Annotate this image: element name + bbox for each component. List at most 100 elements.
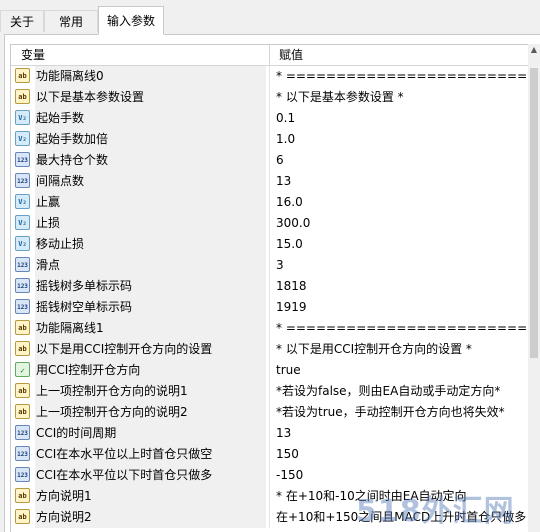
parameter-value[interactable]: 16.0 xyxy=(276,192,528,213)
parameter-row[interactable]: 123 CCI的时间周期 13 xyxy=(11,423,528,444)
tab-strip: 关于 常用 输入参数 xyxy=(0,0,540,35)
parameter-name: CCI的时间周期 xyxy=(35,423,266,444)
scroll-up-arrow-icon[interactable]: ▲ xyxy=(528,44,540,56)
parameter-row[interactable]: 123 最大持仓个数 6 xyxy=(11,150,528,171)
parameter-name: 以下是用CCI控制开仓方向的设置 xyxy=(35,339,266,360)
parameter-value[interactable]: * 以下是用CCI控制开仓方向的设置 * xyxy=(276,339,528,360)
string-type-icon: ab xyxy=(15,89,30,104)
tab-about[interactable]: 关于 xyxy=(0,10,44,32)
cell-divider xyxy=(269,213,270,234)
parameter-name: 起始手数加倍 xyxy=(35,129,266,150)
parameter-name: CCI在本水平位以下时首仓只做多 xyxy=(35,465,266,486)
parameter-value[interactable]: 1.0 xyxy=(276,129,528,150)
parameter-value[interactable]: 0.1 xyxy=(276,108,528,129)
cell-divider xyxy=(269,318,270,339)
parameter-row[interactable]: 123 摇钱树空单标示码 1919 xyxy=(11,297,528,318)
parameter-row[interactable]: 123 CCI在本水平位以下时首仓只做多 -150 xyxy=(11,465,528,486)
parameter-value[interactable]: 13 xyxy=(276,171,528,192)
integer-type-icon: 123 xyxy=(15,278,30,293)
parameter-value[interactable]: true xyxy=(276,360,528,381)
scrollbar-thumb[interactable] xyxy=(530,68,538,358)
double-type-icon: V₂ xyxy=(15,131,30,146)
cell-divider xyxy=(269,108,270,129)
parameter-row[interactable]: ab 以下是用CCI控制开仓方向的设置 * 以下是用CCI控制开仓方向的设置 * xyxy=(11,339,528,360)
parameter-name: 以下是基本参数设置 xyxy=(35,87,266,108)
parameter-name: CCI在本水平位以上时首仓只做空 xyxy=(35,444,266,465)
integer-type-icon: 123 xyxy=(15,152,30,167)
parameter-name: 用CCI控制开仓方向 xyxy=(35,360,266,381)
parameter-value[interactable]: 150 xyxy=(276,444,528,465)
parameter-value[interactable]: 6 xyxy=(276,150,528,171)
parameter-value[interactable]: * 以下是基本参数设置 * xyxy=(276,87,528,108)
string-type-icon: ab xyxy=(15,404,30,419)
parameter-row[interactable]: ab 功能隔离线1 * =========================... xyxy=(11,318,528,339)
parameter-name: 移动止损 xyxy=(35,234,266,255)
column-header-value[interactable]: 赋值 xyxy=(269,45,528,65)
parameter-value[interactable]: *若设为false，则由EA自动或手动定方向* xyxy=(276,381,528,402)
parameter-row[interactable]: ab 上一项控制开仓方向的说明1 *若设为false，则由EA自动或手动定方向* xyxy=(11,381,528,402)
parameter-row[interactable]: ab 上一项控制开仓方向的说明2 *若设为true，手动控制开仓方向也将失效* xyxy=(11,402,528,423)
string-type-icon: ab xyxy=(15,383,30,398)
parameter-row[interactable]: V₂ 移动止损 15.0 xyxy=(11,234,528,255)
integer-type-icon: 123 xyxy=(15,467,30,482)
cell-divider xyxy=(269,171,270,192)
cell-divider xyxy=(269,465,270,486)
cell-divider xyxy=(269,66,270,87)
parameter-value[interactable]: 15.0 xyxy=(276,234,528,255)
parameter-value[interactable]: 13 xyxy=(276,423,528,444)
parameter-value[interactable]: 3 xyxy=(276,255,528,276)
string-type-icon: ab xyxy=(15,320,30,335)
parameter-name: 滑点 xyxy=(35,255,266,276)
string-type-icon: ab xyxy=(15,341,30,356)
cell-divider xyxy=(269,444,270,465)
parameter-value[interactable]: 1919 xyxy=(276,297,528,318)
parameter-value[interactable]: 300.0 xyxy=(276,213,528,234)
parameter-row[interactable]: V₂ 止赢 16.0 xyxy=(11,192,528,213)
tab-inputs[interactable]: 输入参数 xyxy=(98,6,164,35)
double-type-icon: V₂ xyxy=(15,215,30,230)
cell-divider xyxy=(269,129,270,150)
grid-header: 变量 赋值 xyxy=(11,45,528,66)
parameter-name: 止损 xyxy=(35,213,266,234)
parameter-name: 间隔点数 xyxy=(35,171,266,192)
parameter-row[interactable]: ✓ 用CCI控制开仓方向 true xyxy=(11,360,528,381)
parameter-row[interactable]: 123 摇钱树多单标示码 1818 xyxy=(11,276,528,297)
parameter-name: 摇钱树多单标示码 xyxy=(35,276,266,297)
double-type-icon: V₂ xyxy=(15,110,30,125)
parameter-row[interactable]: V₂ 起始手数加倍 1.0 xyxy=(11,129,528,150)
cell-divider xyxy=(269,150,270,171)
parameter-row[interactable]: ab 以下是基本参数设置 * 以下是基本参数设置 * xyxy=(11,87,528,108)
cell-divider xyxy=(269,297,270,318)
string-type-icon: ab xyxy=(15,509,30,524)
cell-divider xyxy=(269,192,270,213)
integer-type-icon: 123 xyxy=(15,446,30,461)
parameter-name: 上一项控制开仓方向的说明1 xyxy=(35,381,266,402)
vertical-scrollbar[interactable]: ▲ xyxy=(528,44,540,532)
parameter-value[interactable]: 1818 xyxy=(276,276,528,297)
integer-type-icon: 123 xyxy=(15,173,30,188)
parameter-name: 功能隔离线1 xyxy=(35,318,266,339)
integer-type-icon: 123 xyxy=(15,257,30,272)
parameters-grid: 变量 赋值 ab 功能隔离线0 * ========================… xyxy=(10,44,528,532)
parameter-row[interactable]: V₂ 起始手数 0.1 xyxy=(11,108,528,129)
cell-divider xyxy=(269,87,270,108)
parameter-row[interactable]: V₂ 止损 300.0 xyxy=(11,213,528,234)
parameter-row[interactable]: 123 滑点 3 xyxy=(11,255,528,276)
parameter-row[interactable]: 123 CCI在本水平位以上时首仓只做空 150 xyxy=(11,444,528,465)
double-type-icon: V₂ xyxy=(15,194,30,209)
cell-divider xyxy=(269,381,270,402)
cell-divider xyxy=(269,423,270,444)
parameter-value[interactable]: *若设为true，手动控制开仓方向也将失效* xyxy=(276,402,528,423)
parameter-row[interactable]: 123 间隔点数 13 xyxy=(11,171,528,192)
cell-divider xyxy=(269,339,270,360)
column-header-variable[interactable]: 变量 xyxy=(11,45,269,65)
parameter-name: 方向说明2 xyxy=(35,507,266,528)
parameter-value[interactable]: * =========================... xyxy=(276,318,528,339)
integer-type-icon: 123 xyxy=(15,425,30,440)
parameter-name: 止赢 xyxy=(35,192,266,213)
cell-divider xyxy=(269,234,270,255)
parameter-value[interactable]: -150 xyxy=(276,465,528,486)
tab-common[interactable]: 常用 xyxy=(44,10,98,32)
parameter-row[interactable]: ab 功能隔离线0 * =========================... xyxy=(11,66,528,87)
parameter-value[interactable]: * =========================... xyxy=(276,66,528,87)
